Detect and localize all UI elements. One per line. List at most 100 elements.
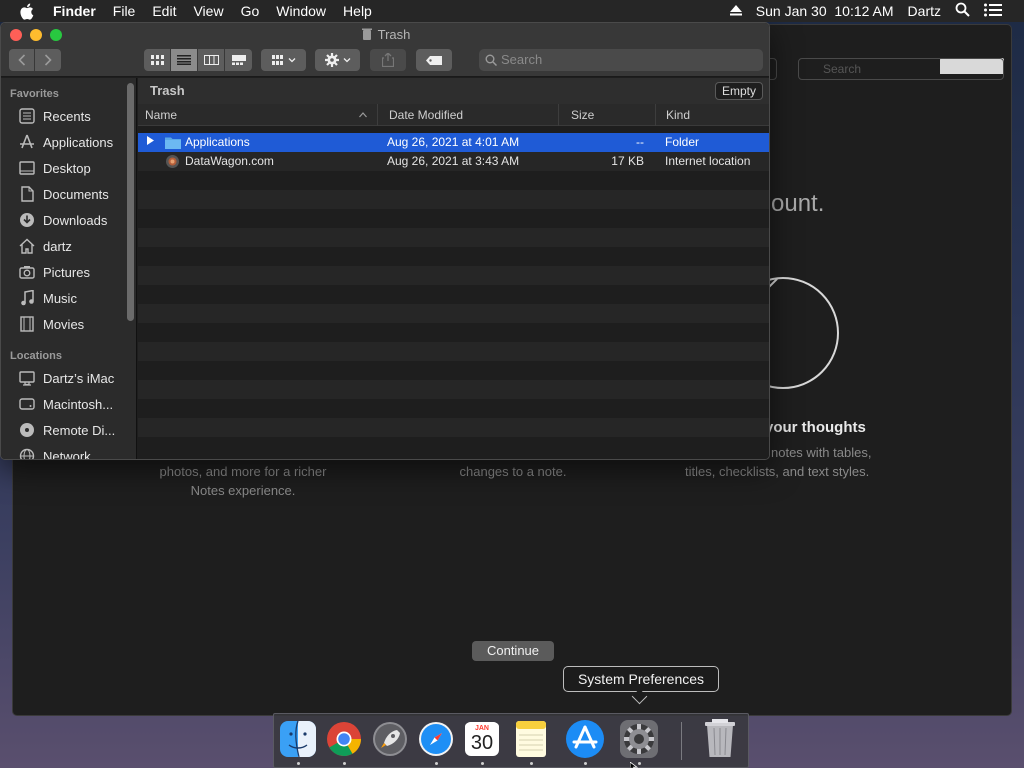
sidebar-item-home[interactable]: dartz <box>18 235 123 257</box>
desktop-icon <box>18 159 36 177</box>
list-stripe <box>138 209 769 228</box>
disk-icon <box>18 395 36 413</box>
finder-window: Trash Search Favorites Recents Applicati… <box>0 22 770 460</box>
sidebar-item-label: Downloads <box>43 212 108 228</box>
clock-icon <box>18 107 36 125</box>
disclosure-triangle-icon[interactable] <box>147 133 154 152</box>
list-view-icon[interactable] <box>171 49 198 71</box>
mouse-cursor-icon <box>629 759 639 768</box>
back-button[interactable] <box>9 49 35 71</box>
running-indicator <box>638 762 641 765</box>
menu-app-name[interactable]: Finder <box>53 3 96 19</box>
running-indicator <box>343 762 346 765</box>
sidebar-item-label: Music <box>43 290 77 306</box>
path-bar: Trash Empty <box>138 78 769 104</box>
sidebar-item-pictures[interactable]: Pictures <box>18 261 123 283</box>
network-icon <box>18 447 36 459</box>
menu-bar: Finder File Edit View Go Window Help Sun… <box>0 0 1024 22</box>
sidebar-item-macintosh-hd[interactable]: Macintosh... <box>18 393 123 415</box>
apple-menu-icon[interactable] <box>19 2 37 20</box>
finder-search-field[interactable]: Search <box>479 49 763 71</box>
notes-feature-text-left: photos, and more for a richer Notes expe… <box>133 462 353 500</box>
sidebar-item-label: Dartz’s iMac <box>43 370 115 386</box>
applications-icon <box>18 133 36 151</box>
dock-system-preferences-icon[interactable] <box>619 719 659 759</box>
file-name: DataWagon.com <box>185 154 274 168</box>
menu-view[interactable]: View <box>193 3 223 19</box>
notes-right-line-2: titles, checklists, and text styles. <box>685 464 870 479</box>
menu-file[interactable]: File <box>113 3 136 19</box>
dock-notes-icon[interactable] <box>511 719 551 759</box>
sidebar-scrollbar[interactable] <box>127 83 134 321</box>
sidebar-item-label: Desktop <box>43 160 91 176</box>
list-stripe <box>138 285 769 304</box>
document-icon <box>18 185 36 203</box>
sidebar-item-network[interactable]: Network <box>18 445 123 459</box>
menubar-user[interactable]: Dartz <box>908 3 941 19</box>
sidebar-item-imac[interactable]: Dartz’s iMac <box>18 367 123 389</box>
sidebar-item-label: dartz <box>43 238 72 254</box>
notes-left-line-1: photos, and more for a richer <box>159 464 327 479</box>
sidebar-item-desktop[interactable]: Desktop <box>18 157 123 179</box>
icon-view-icon[interactable] <box>144 49 171 71</box>
dock-trash-icon[interactable] <box>700 719 740 759</box>
empty-trash-button[interactable]: Empty <box>715 82 763 100</box>
dock-app-store-icon[interactable] <box>565 719 605 759</box>
file-size: 17 KB <box>611 154 644 168</box>
menu-window[interactable]: Window <box>276 3 326 19</box>
continue-button[interactable]: Continue <box>472 641 554 661</box>
column-header-date-modified[interactable]: Date Modified <box>382 104 559 126</box>
column-view-icon[interactable] <box>198 49 225 71</box>
dock-launchpad-icon[interactable] <box>370 719 410 759</box>
sidebar-item-applications[interactable]: Applications <box>18 131 123 153</box>
eject-icon[interactable] <box>729 3 742 19</box>
menu-go[interactable]: Go <box>241 3 260 19</box>
menu-edit[interactable]: Edit <box>152 3 176 19</box>
share-icon[interactable] <box>370 49 406 71</box>
dock-separator <box>681 722 682 760</box>
forward-button[interactable] <box>35 49 61 71</box>
running-indicator <box>435 762 438 765</box>
running-indicator <box>584 762 587 765</box>
edit-tags-icon[interactable] <box>416 49 452 71</box>
file-row-datawagon[interactable]: DataWagon.com Aug 26, 2021 at 3:43 AM 17… <box>138 152 769 171</box>
sidebar-item-recents[interactable]: Recents <box>18 105 123 127</box>
sidebar-item-movies[interactable]: Movies <box>18 313 123 335</box>
column-header-size[interactable]: Size <box>564 104 656 126</box>
column-header-name[interactable]: Name <box>138 104 378 126</box>
dock-safari-icon[interactable] <box>416 719 456 759</box>
window-title: Trash <box>1 27 769 42</box>
menubar-datetime[interactable]: Sun Jan 30 10:12 AM <box>756 3 894 19</box>
dock: JAN 30 <box>273 713 749 768</box>
sidebar-item-music[interactable]: Music <box>18 287 123 309</box>
file-row-applications[interactable]: Applications Aug 26, 2021 at 4:01 AM -- … <box>138 133 769 152</box>
group-by-button[interactable] <box>261 49 306 71</box>
file-size: -- <box>636 135 644 149</box>
spotlight-search-icon[interactable] <box>955 2 970 20</box>
menu-help[interactable]: Help <box>343 3 372 19</box>
action-gear-icon[interactable] <box>315 49 360 71</box>
list-stripe <box>138 247 769 266</box>
dock-finder-icon[interactable] <box>278 719 318 759</box>
file-name: Applications <box>185 135 250 149</box>
list-stripe <box>138 190 769 209</box>
dock-chrome-icon[interactable] <box>324 719 364 759</box>
dock-calendar-icon[interactable]: JAN 30 <box>462 719 502 759</box>
sidebar-header-locations: Locations <box>10 350 62 362</box>
sidebar-item-label: Recents <box>43 108 91 124</box>
list-stripe <box>138 171 769 190</box>
notification-center-icon[interactable] <box>984 3 1002 20</box>
sidebar-item-remote-disc[interactable]: Remote Di... <box>18 419 123 441</box>
sidebar-item-documents[interactable]: Documents <box>18 183 123 205</box>
sidebar-item-label: Applications <box>43 134 114 150</box>
finder-toolbar: Trash Search <box>1 23 769 77</box>
sidebar-item-downloads[interactable]: Downloads <box>18 209 123 231</box>
path-title: Trash <box>150 83 185 98</box>
sidebar-item-label: Documents <box>43 186 109 202</box>
gallery-view-icon[interactable] <box>225 49 252 71</box>
folder-icon <box>165 136 181 149</box>
trash-title-icon <box>361 28 372 40</box>
search-icon <box>485 54 498 69</box>
camera-icon <box>18 263 36 281</box>
column-header-kind[interactable]: Kind <box>659 104 769 126</box>
